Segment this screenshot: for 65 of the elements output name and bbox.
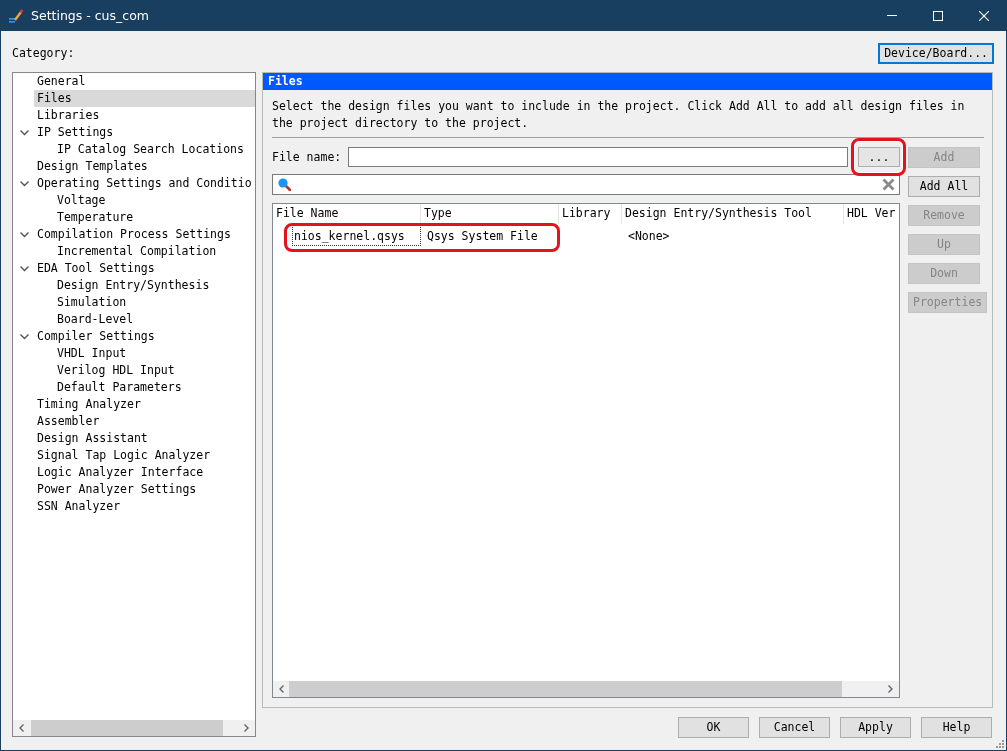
browse-button[interactable]: ...: [858, 147, 900, 167]
tree-item[interactable]: Incremental Compilation: [54, 243, 255, 260]
tree-item[interactable]: Default Parameters: [54, 379, 255, 396]
ok-button[interactable]: OK: [678, 717, 749, 738]
horizontal-scrollbar[interactable]: [13, 720, 255, 736]
chevron-down-icon[interactable]: [20, 128, 29, 137]
tree-item[interactable]: Board-Level: [54, 311, 255, 328]
column-header[interactable]: File Name: [276, 206, 339, 220]
column-header[interactable]: Design Entry/Synthesis Tool: [625, 206, 812, 220]
help-button[interactable]: Help: [921, 717, 992, 738]
close-icon[interactable]: [979, 10, 989, 21]
tree-item[interactable]: EDA Tool Settings: [34, 260, 255, 277]
tree-item[interactable]: General: [34, 73, 255, 90]
cancel-button[interactable]: Cancel: [759, 717, 830, 738]
tree-item[interactable]: Voltage: [54, 192, 255, 209]
chevron-down-icon[interactable]: [20, 179, 29, 188]
scroll-left-icon[interactable]: [19, 724, 24, 732]
device-board-button[interactable]: Device/Board...: [878, 43, 994, 64]
tree-item[interactable]: Simulation: [54, 294, 255, 311]
table-cell-text: <None>: [627, 228, 671, 245]
file-name-field[interactable]: [348, 147, 848, 167]
tree-item[interactable]: Operating Settings and Conditio: [34, 175, 255, 192]
search-field[interactable]: [272, 174, 900, 195]
tree-item[interactable]: Compilation Process Settings: [34, 226, 255, 243]
panel-header: Files: [263, 73, 992, 90]
table-cell: nios_kernel.qsys: [292, 226, 421, 246]
tree-item[interactable]: Signal Tap Logic Analyzer: [34, 447, 255, 464]
maximize-icon[interactable]: [933, 10, 943, 21]
category-label: Category:: [12, 45, 75, 62]
tree-item[interactable]: Design Templates: [34, 158, 255, 175]
tree-item[interactable]: Verilog HDL Input: [54, 362, 255, 379]
scrollbar-thumb[interactable]: [31, 720, 223, 736]
tree-item[interactable]: Compiler Settings: [34, 328, 255, 345]
tree-item[interactable]: IP Settings: [34, 124, 255, 141]
resize-grip-icon[interactable]: [996, 740, 1004, 748]
scroll-right-icon[interactable]: [888, 685, 893, 693]
tree-item[interactable]: Libraries: [34, 107, 255, 124]
scroll-right-icon[interactable]: [244, 724, 249, 732]
clear-icon[interactable]: [882, 178, 895, 191]
description-text: Select the design files you want to include in the project. Click Add All to add all design files in the project directory to the project.: [272, 98, 966, 132]
tree-item[interactable]: Temperature: [54, 209, 255, 226]
chevron-down-icon[interactable]: [20, 332, 29, 341]
chevron-down-icon[interactable]: [20, 230, 29, 239]
add-all-button[interactable]: Add All: [908, 176, 980, 197]
tree-item[interactable]: Assembler: [34, 413, 255, 430]
window-title: Settings - cus_com: [31, 7, 149, 24]
tree-item[interactable]: Logic Analyzer Interface: [34, 464, 255, 481]
scroll-left-icon[interactable]: [278, 685, 284, 693]
table-cell-text: Qsys System File: [426, 228, 539, 245]
column-header[interactable]: Library: [562, 206, 611, 220]
tree-item[interactable]: Design Assistant: [34, 430, 255, 447]
pencil-icon: [9, 8, 23, 23]
file-name-label: File name:: [272, 148, 342, 166]
search-icon: [278, 178, 291, 191]
chevron-down-icon[interactable]: [20, 264, 29, 273]
column-header[interactable]: HDL Ver: [847, 206, 896, 220]
tree-item[interactable]: SSN Analyzer: [34, 498, 255, 515]
tree-item[interactable]: Timing Analyzer: [34, 396, 255, 413]
tree-item[interactable]: Power Analyzer Settings: [34, 481, 255, 498]
tree-item[interactable]: Design Entry/Synthesis: [54, 277, 255, 294]
tree-item[interactable]: Files: [34, 90, 255, 107]
column-header[interactable]: Type: [424, 206, 452, 220]
apply-button[interactable]: Apply: [840, 717, 911, 738]
tree-item[interactable]: VHDL Input: [54, 345, 255, 362]
tree-item[interactable]: IP Catalog Search Locations: [54, 141, 255, 158]
